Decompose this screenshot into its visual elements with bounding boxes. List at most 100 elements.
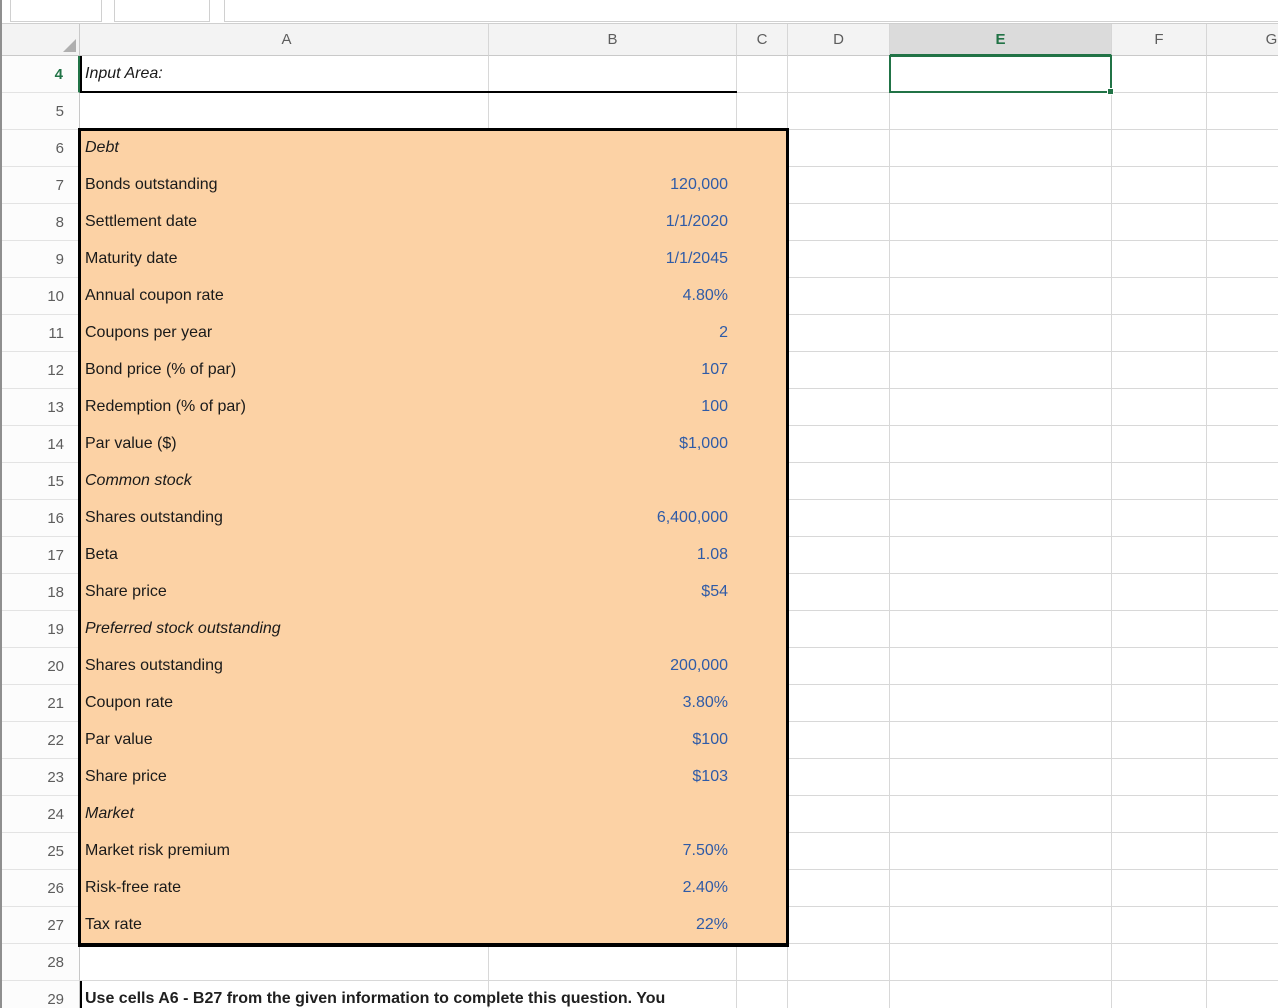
cell[interactable] [788, 167, 890, 204]
row-header[interactable]: 27 [2, 907, 80, 944]
row-header[interactable]: 6 [2, 130, 80, 167]
cell[interactable] [788, 278, 890, 315]
cell-value[interactable]: $100 [489, 722, 737, 759]
cell-label[interactable]: Share price [80, 759, 489, 796]
cell[interactable] [1207, 426, 1278, 463]
cell[interactable] [1207, 204, 1278, 241]
cell[interactable] [1207, 93, 1278, 130]
cell[interactable] [737, 537, 788, 574]
cell[interactable] [80, 93, 489, 130]
row-header[interactable]: 18 [2, 574, 80, 611]
cell-value[interactable]: 4.80% [489, 278, 737, 315]
cell-value[interactable]: 100 [489, 389, 737, 426]
cell[interactable] [737, 500, 788, 537]
cell[interactable] [737, 611, 788, 648]
row-header[interactable]: 29 [2, 981, 80, 1008]
cell[interactable] [890, 278, 1112, 315]
cell[interactable] [737, 796, 788, 833]
select-all-button[interactable] [2, 24, 80, 56]
cell[interactable] [1207, 537, 1278, 574]
cell[interactable] [1207, 463, 1278, 500]
cell-label[interactable]: Shares outstanding [80, 648, 489, 685]
cell-label[interactable]: Shares outstanding [80, 500, 489, 537]
cell[interactable] [737, 426, 788, 463]
cell-label[interactable]: Coupons per year [80, 315, 489, 352]
cell-value[interactable]: 2.40% [489, 870, 737, 907]
section-label[interactable]: Market [80, 796, 489, 833]
cell-value[interactable]: 1/1/2045 [489, 241, 737, 278]
cell[interactable] [890, 870, 1112, 907]
cell[interactable] [1112, 722, 1207, 759]
row-header[interactable]: 9 [2, 241, 80, 278]
cell-value[interactable]: 120,000 [489, 167, 737, 204]
input-area-label[interactable]: Input Area: [80, 56, 489, 93]
cell[interactable] [737, 833, 788, 870]
cell-label[interactable]: Bonds outstanding [80, 167, 489, 204]
cell[interactable] [788, 389, 890, 426]
cell[interactable] [1112, 315, 1207, 352]
cell[interactable] [489, 981, 737, 1008]
cell[interactable] [1112, 56, 1207, 93]
section-label[interactable]: Common stock [80, 463, 489, 500]
cell[interactable] [489, 611, 737, 648]
cell[interactable] [737, 278, 788, 315]
cell[interactable] [1112, 352, 1207, 389]
cell-value[interactable]: 22% [489, 907, 737, 944]
cell[interactable] [1112, 685, 1207, 722]
cell[interactable] [1207, 241, 1278, 278]
cell-label[interactable]: Coupon rate [80, 685, 489, 722]
cell[interactable] [788, 981, 890, 1008]
cell[interactable] [1207, 796, 1278, 833]
cell[interactable] [1112, 463, 1207, 500]
cell[interactable] [737, 204, 788, 241]
cell[interactable] [1112, 759, 1207, 796]
formula-bar[interactable] [224, 0, 1278, 22]
cell[interactable] [890, 426, 1112, 463]
cell[interactable] [737, 981, 788, 1008]
cell[interactable] [890, 722, 1112, 759]
cell[interactable] [890, 241, 1112, 278]
cell[interactable] [737, 463, 788, 500]
cell[interactable] [788, 130, 890, 167]
cell[interactable] [489, 130, 737, 167]
row-header[interactable]: 16 [2, 500, 80, 537]
cell[interactable] [788, 463, 890, 500]
cell[interactable] [1112, 833, 1207, 870]
cell[interactable] [890, 759, 1112, 796]
column-header-c[interactable]: C [737, 24, 788, 56]
cell[interactable] [788, 574, 890, 611]
cell[interactable] [890, 833, 1112, 870]
row-header[interactable]: 26 [2, 870, 80, 907]
column-header-d[interactable]: D [788, 24, 890, 56]
cell[interactable] [788, 537, 890, 574]
cell[interactable] [1112, 574, 1207, 611]
cell[interactable] [1207, 870, 1278, 907]
cell[interactable] [80, 944, 489, 981]
cell[interactable] [788, 315, 890, 352]
cell-label[interactable]: Settlement date [80, 204, 489, 241]
cell[interactable] [489, 56, 737, 93]
cell[interactable] [1207, 389, 1278, 426]
cell[interactable] [737, 389, 788, 426]
cell[interactable] [1112, 981, 1207, 1008]
cell[interactable] [737, 241, 788, 278]
row-header[interactable]: 14 [2, 426, 80, 463]
cell[interactable] [1112, 93, 1207, 130]
row-header[interactable]: 28 [2, 944, 80, 981]
row-header[interactable]: 24 [2, 796, 80, 833]
cell[interactable] [1112, 278, 1207, 315]
cell[interactable] [788, 611, 890, 648]
cell[interactable] [1207, 833, 1278, 870]
cell-label[interactable]: Annual coupon rate [80, 278, 489, 315]
cell[interactable] [737, 648, 788, 685]
cell[interactable] [1207, 130, 1278, 167]
cell[interactable] [788, 241, 890, 278]
cell[interactable] [788, 93, 890, 130]
row-header[interactable]: 17 [2, 537, 80, 574]
cell[interactable] [1112, 796, 1207, 833]
fill-handle[interactable] [1107, 88, 1114, 95]
cell-value[interactable]: $54 [489, 574, 737, 611]
column-header-g[interactable]: G [1207, 24, 1278, 56]
cell[interactable] [1112, 204, 1207, 241]
row-header[interactable]: 25 [2, 833, 80, 870]
